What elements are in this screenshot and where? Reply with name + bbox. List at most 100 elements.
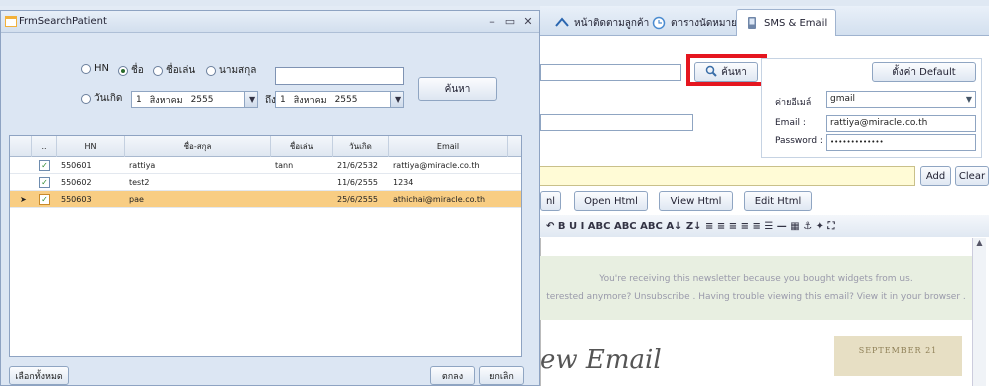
dialog-title: FrmSearchPatient [19, 16, 107, 27]
edit-html-button[interactable]: Edit Html [744, 191, 812, 211]
main-tab-bar: หน้าติดตามลูกค้า ตารางนัดหมาย SMS & Emai… [540, 6, 989, 36]
minimize-icon[interactable]: – [485, 15, 499, 29]
date-from-month: สิงหาคม [149, 95, 183, 106]
editor-toolbar-glyphs[interactable]: ↶ B U I ABC ABC ABC A↓ Z↓ ≡ ≡ ≡ ≡ ≡ ☰ — … [546, 221, 835, 232]
mail-account-select[interactable]: gmail ▼ [826, 91, 976, 108]
chevron-down-icon[interactable]: ▼ [390, 92, 403, 107]
mail-account-value: gmail [830, 94, 855, 104]
html-button[interactable]: nl [540, 191, 561, 211]
chevron-down-icon[interactable]: ▼ [244, 92, 257, 107]
row-pointer-icon: ➤ [20, 195, 27, 204]
maximize-icon[interactable]: ▭ [503, 15, 517, 29]
radio-birthdate-label: วันเกิด [94, 93, 123, 104]
select-all-button[interactable]: เลือกทั้งหมด [9, 366, 69, 385]
date-from-day: 1 [136, 94, 142, 105]
search-input[interactable] [275, 67, 404, 85]
row-checkbox[interactable]: ✓ [39, 177, 50, 188]
recipient-input[interactable] [540, 166, 915, 186]
date-to-day: 1 [280, 94, 286, 105]
date-to-month: สิงหาคม [293, 95, 327, 106]
row-checkbox[interactable]: ✓ [39, 160, 50, 171]
view-html-button[interactable]: View Html [659, 191, 733, 211]
col-email[interactable]: Email [389, 136, 508, 157]
radio-hn-label: HN [94, 63, 109, 74]
open-html-label: Open Html [584, 195, 638, 207]
cell-nickname [271, 174, 333, 191]
col-name[interactable]: ชื่อ-สกุล [125, 136, 271, 157]
table-row[interactable]: ✓ 550601 rattiya tann 21/6/2532 rattiya@… [10, 157, 521, 174]
table-row-selected[interactable]: ➤ ✓ 550603 pae 25/6/2555 athichai@miracl… [10, 191, 521, 208]
date-from-picker[interactable]: 1 สิงหาคม 2555 ▼ [131, 91, 258, 108]
radio-nickname[interactable]: ชื่อเล่น [153, 63, 195, 78]
search-patient-dialog: FrmSearchPatient – ▭ ✕ HN ชื่อ ชื่อเล่น … [0, 10, 540, 386]
radio-surname-dot [206, 65, 216, 76]
mail-account-label: ค่ายอีเมล์ [775, 98, 812, 108]
clear-button[interactable]: Clear [955, 166, 989, 186]
radio-birthdate[interactable]: วันเกิด [81, 91, 122, 106]
tab-sms-email-label: SMS & Email [764, 17, 828, 29]
col-indicator [10, 136, 32, 157]
ok-button[interactable]: ตกลง [430, 366, 475, 385]
bg-secondary-input[interactable] [540, 114, 693, 131]
password-label: Password : [775, 136, 823, 146]
bg-search-input[interactable] [540, 64, 681, 81]
col-check[interactable]: .. [32, 136, 57, 157]
cell-name: rattiya [129, 161, 156, 170]
row-checkbox[interactable]: ✓ [39, 194, 50, 205]
radio-name[interactable]: ชื่อ [118, 63, 144, 78]
search-button-label: ค้นหา [444, 83, 471, 95]
tab-customer-tracking[interactable]: หน้าติดตามลูกค้า [546, 9, 658, 36]
tab-customer-tracking-label: หน้าติดตามลูกค้า [574, 17, 650, 29]
cell-email: athichai@miracle.co.th [393, 195, 486, 204]
tab-appointments-label: ตารางนัดหมาย [671, 17, 737, 29]
select-all-label: เลือกทั้งหมด [15, 371, 63, 382]
email-label: Email : [775, 118, 806, 128]
chevron-down-icon: ▼ [965, 95, 972, 104]
cell-birthdate: 21/6/2532 [337, 161, 379, 170]
form-icon [5, 16, 17, 27]
sms-icon [745, 16, 759, 30]
password-field[interactable]: ••••••••••••• [826, 134, 976, 151]
set-default-button[interactable]: ตั้งค่า Default [872, 62, 976, 82]
newsletter-line-2: terested anymore? Unsubscribe . Having t… [546, 292, 966, 302]
cell-name: test2 [129, 178, 150, 187]
cancel-button-label: ยกเลิก [489, 371, 514, 382]
dialog-title-bar[interactable]: FrmSearchPatient – ▭ ✕ [1, 11, 539, 33]
col-hn[interactable]: HN [57, 136, 125, 157]
radio-hn-dot [81, 63, 91, 74]
date-to-picker[interactable]: 1 สิงหาคม 2555 ▼ [275, 91, 404, 108]
search-button-highlight [686, 54, 767, 86]
search-button[interactable]: ค้นหา [418, 77, 497, 101]
radio-hn[interactable]: HN [81, 63, 109, 74]
cell-hn: 550602 [61, 178, 92, 187]
editor-scrollbar[interactable]: ▲ [972, 238, 986, 386]
set-default-label: ตั้งค่า Default [892, 66, 956, 78]
open-html-button[interactable]: Open Html [574, 191, 648, 211]
cancel-button[interactable]: ยกเลิก [479, 366, 524, 385]
newsletter-line-1: You're receiving this newsletter because… [599, 274, 913, 284]
col-birthdate[interactable]: วันเกิด [333, 136, 389, 157]
html-button-label: nl [545, 195, 556, 207]
newsletter-banner: You're receiving this newsletter because… [540, 256, 972, 320]
newsletter-date: SEPTEMBER 21 [834, 336, 962, 376]
tab-sms-email[interactable]: SMS & Email [736, 9, 837, 36]
customer-icon [555, 16, 569, 30]
edit-html-label: Edit Html [754, 195, 802, 207]
cell-nickname: tann [275, 161, 294, 170]
radio-surname[interactable]: นามสกุล [206, 63, 256, 78]
table-row[interactable]: ✓ 550602 test2 11/6/2555 1234 [10, 174, 521, 191]
cell-birthdate: 11/6/2555 [337, 178, 379, 187]
add-button[interactable]: Add [920, 166, 951, 186]
cell-hn: 550601 [61, 161, 92, 170]
ok-button-label: ตกลง [441, 371, 464, 382]
grid-header: .. HN ชื่อ-สกุล ชื่อเล่น วันเกิด Email [10, 136, 521, 157]
editor-toolbar[interactable]: ↶ B U I ABC ABC ABC A↓ Z↓ ≡ ≡ ≡ ≡ ≡ ☰ — … [540, 215, 989, 237]
tab-appointments[interactable]: ตารางนัดหมาย [643, 9, 746, 36]
scroll-up-icon[interactable]: ▲ [973, 238, 986, 247]
cell-name: pae [129, 195, 144, 204]
cell-nickname [271, 191, 333, 208]
close-icon[interactable]: ✕ [521, 15, 535, 29]
col-nickname[interactable]: ชื่อเล่น [271, 136, 333, 157]
email-field[interactable]: rattiya@miracle.co.th [826, 115, 976, 132]
add-button-label: Add [925, 170, 946, 182]
